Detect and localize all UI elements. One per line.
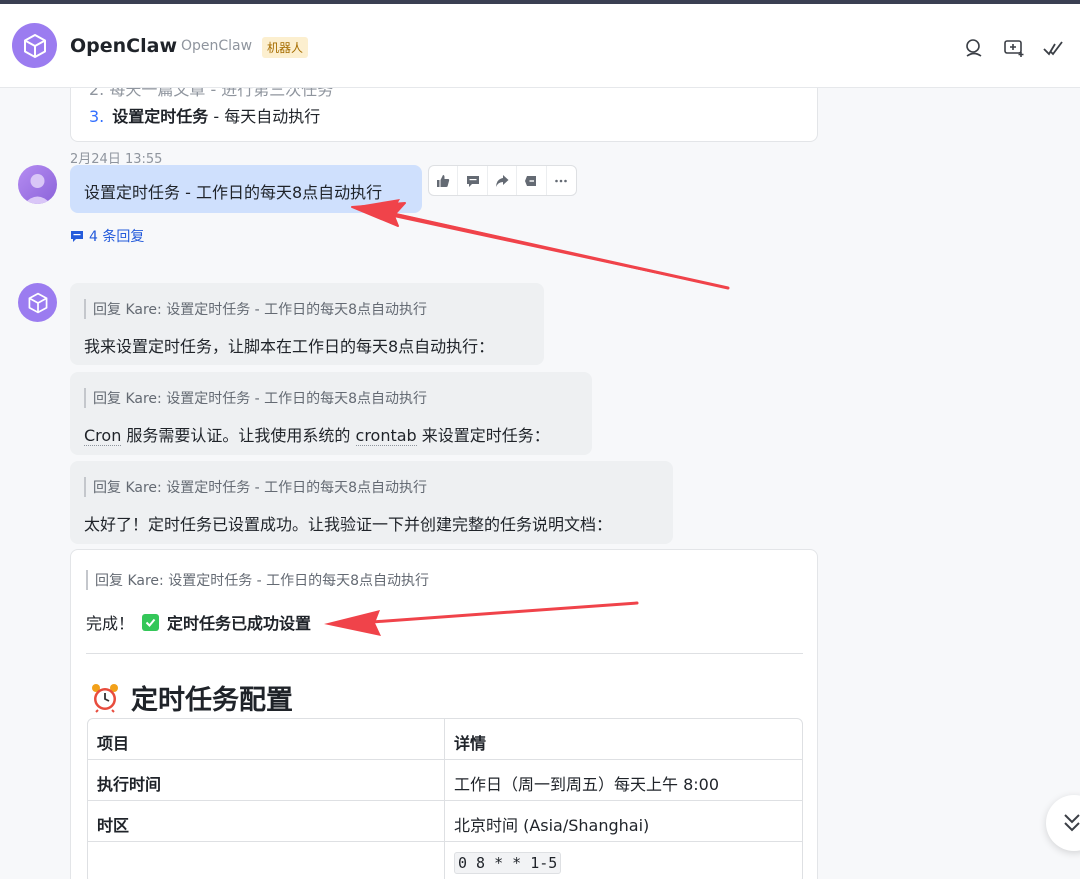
bot-rich-card[interactable]: 回复 Kare: 设置定时任务 - 工作日的每天8点自动执行 完成！ 定时任务已…	[70, 549, 818, 879]
person-icon	[24, 174, 51, 204]
bot-message-bubble[interactable]: 回复 Kare: 设置定时任务 - 工作日的每天8点自动执行 我来设置定时任务，…	[70, 283, 544, 365]
table-cell: 北京时间 (Asia/Shanghai)	[454, 816, 650, 835]
table-row: 时区 北京时间 (Asia/Shanghai)	[88, 801, 802, 842]
more-icon[interactable]	[547, 166, 576, 195]
divider	[86, 653, 803, 654]
list-item: 3. 设置定时任务 - 每天自动执行	[89, 103, 320, 127]
cube-icon	[28, 292, 47, 313]
reply-quote: 回复 Kare: 设置定时任务 - 工作日的每天8点自动执行	[84, 299, 427, 319]
cron-term[interactable]: Cron	[84, 426, 122, 446]
thread-replies-link[interactable]: 4 条回复	[70, 226, 144, 246]
cube-icon	[23, 33, 46, 58]
replies-count: 4 条回复	[89, 229, 145, 245]
done-prefix: 完成！	[86, 614, 135, 633]
crontab-term[interactable]: crontab	[355, 426, 417, 446]
bot-message-bubble[interactable]: 回复 Kare: 设置定时任务 - 工作日的每天8点自动执行 Cron 服务需要…	[70, 372, 592, 455]
thumbs-up-icon[interactable]	[429, 166, 459, 195]
message-text: 太好了！定时任务已设置成功。让我验证一下并创建完整的任务说明文档：	[84, 515, 613, 534]
list-item-rest: - 每天自动执行	[208, 107, 321, 126]
bot-badge: 机器人	[262, 37, 309, 58]
reply-quote: 回复 Kare: 设置定时任务 - 工作日的每天8点自动执行	[84, 477, 427, 497]
done-bold: 定时任务已成功设置	[167, 614, 312, 633]
reply-quote: 回复 Kare: 设置定时任务 - 工作日的每天8点自动执行	[86, 570, 429, 590]
annotation-arrow	[351, 202, 729, 289]
table-cell	[88, 842, 445, 879]
cron-expression: 0 8 * * 1-5	[454, 852, 562, 874]
message-text: 我来设置定时任务，让脚本在工作日的每天8点自动执行：	[84, 337, 495, 356]
reply-quote: 回复 Kare: 设置定时任务 - 工作日的每天8点自动执行	[84, 388, 427, 408]
check-mark-icon	[142, 613, 160, 631]
done-check-icon[interactable]	[1041, 36, 1065, 60]
message-text: Cron 服务需要认证。让我使用系统的 crontab 来设置定时任务：	[84, 422, 550, 446]
annotation-arrow-shaft	[378, 209, 730, 290]
heading-text: 定时任务配置	[131, 685, 293, 716]
table-cell: 0 8 * * 1-5	[445, 842, 802, 879]
list-item-bold: 设置定时任务	[112, 107, 209, 126]
table-header-cell: 详情	[454, 734, 487, 753]
list-number: 3.	[89, 107, 105, 126]
done-line: 完成！ 定时任务已成功设置	[86, 610, 311, 634]
message-text-part: 来设置定时任务：	[416, 426, 550, 445]
alarm-clock-icon	[92, 683, 118, 713]
message-text-part: 服务需要认证。让我使用系统的	[121, 426, 356, 445]
user-avatar[interactable]	[18, 165, 57, 204]
chat-subtitle: OpenClaw	[181, 38, 253, 54]
reply-bubble-icon	[71, 231, 83, 242]
double-chevron-down-icon	[1064, 814, 1080, 832]
pin-icon[interactable]	[517, 166, 547, 195]
table-header-row: 项目 详情	[88, 719, 802, 760]
table-cell: 时区	[88, 801, 445, 841]
config-table: 项目 详情 执行时间 工作日（周一到周五）每天上午 8:00 时区 北京时间 (…	[87, 718, 803, 879]
message-action-bar	[428, 165, 577, 196]
search-icon[interactable]	[962, 36, 986, 60]
forward-icon[interactable]	[488, 166, 518, 195]
table-row: 执行时间 工作日（周一到周五）每天上午 8:00	[88, 760, 802, 801]
scroll-to-bottom-button[interactable]	[1046, 795, 1080, 851]
section-heading: 定时任务配置	[91, 678, 293, 717]
bot-message-bubble[interactable]: 回复 Kare: 设置定时任务 - 工作日的每天8点自动执行 太好了！定时任务已…	[70, 461, 673, 544]
bot-avatar[interactable]	[18, 283, 57, 322]
chat-header-front: OpenClaw OpenClaw 机器人	[0, 4, 1080, 88]
table-cell: 工作日（周一到周五）每天上午 8:00	[454, 775, 720, 794]
add-group-icon[interactable]	[1002, 36, 1026, 60]
comment-icon[interactable]	[458, 166, 488, 195]
user-message-bubble[interactable]: 设置定时任务 - 工作日的每天8点自动执行	[70, 165, 422, 213]
table-cell: 执行时间	[88, 760, 445, 800]
bot-avatar[interactable]	[12, 23, 57, 68]
chat-title[interactable]: OpenClaw	[70, 35, 177, 57]
table-row: 0 8 * * 1-5	[88, 842, 802, 879]
table-header-cell: 项目	[88, 719, 445, 759]
